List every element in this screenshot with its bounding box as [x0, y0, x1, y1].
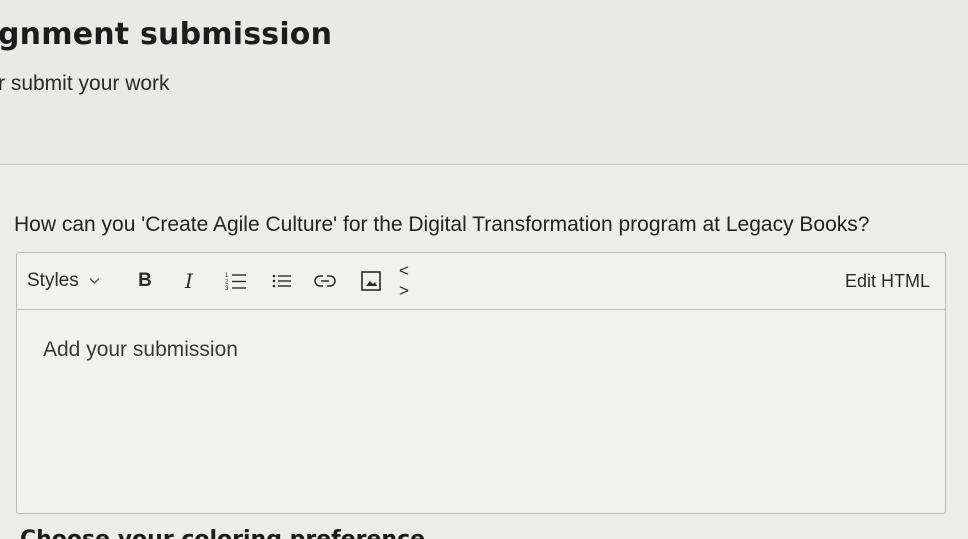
- page-title: gnment submission: [0, 17, 333, 52]
- bold-button[interactable]: B: [133, 253, 157, 309]
- editor-toolbar: Styles B I 1 2 3 < > Edit HTML: [17, 253, 945, 310]
- link-button[interactable]: [310, 253, 340, 309]
- next-section-title: Choose your coloring preference: [20, 527, 425, 539]
- svg-text:2: 2: [225, 280, 229, 286]
- code-button[interactable]: < >: [399, 253, 429, 309]
- question-label: How can you 'Create Agile Culture' for t…: [14, 213, 870, 236]
- styles-dropdown[interactable]: Styles: [27, 253, 111, 309]
- insert-image-button[interactable]: [358, 253, 384, 309]
- rich-text-editor: Styles B I 1 2 3 < > Edit HTML Add your …: [16, 252, 946, 514]
- link-icon: [314, 274, 336, 288]
- bullet-list-icon: [272, 273, 292, 289]
- chevron-down-icon: [89, 277, 100, 285]
- svg-text:1: 1: [225, 273, 229, 279]
- page-subtitle: r submit your work: [0, 72, 170, 95]
- submission-placeholder: Add your submission: [43, 338, 238, 361]
- italic-button[interactable]: I: [177, 253, 201, 309]
- page-header: gnment submission r submit your work: [0, 0, 968, 164]
- styles-dropdown-label: Styles: [27, 270, 79, 291]
- edit-html-button[interactable]: Edit HTML: [845, 271, 930, 292]
- ordered-list-button[interactable]: 1 2 3: [221, 253, 251, 309]
- image-icon: [361, 271, 381, 291]
- header-divider: [0, 164, 968, 165]
- bullet-list-button[interactable]: [267, 253, 297, 309]
- ordered-list-icon: 1 2 3: [225, 271, 247, 291]
- submission-text-area[interactable]: Add your submission: [17, 310, 945, 513]
- svg-text:3: 3: [225, 286, 229, 291]
